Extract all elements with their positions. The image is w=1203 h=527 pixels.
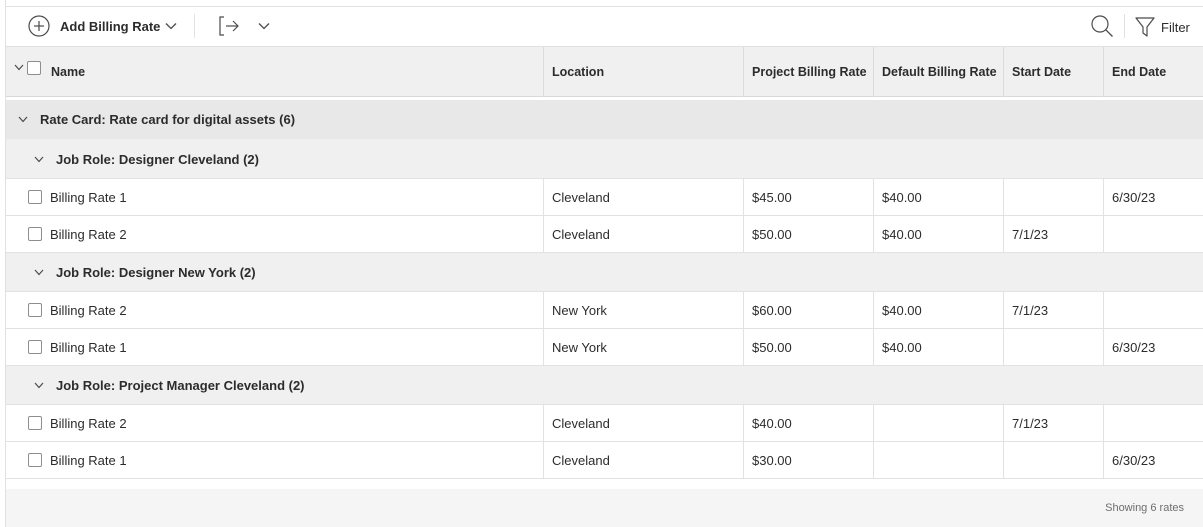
chevron-down-icon[interactable] (18, 116, 28, 123)
row-checkbox[interactable] (28, 416, 42, 430)
cell-project-billing-rate: $30.00 (744, 442, 874, 478)
cell-default-billing-rate: $40.00 (874, 216, 1004, 252)
cell-start-date: 7/1/23 (1004, 405, 1104, 441)
column-header-label: Start Date (1012, 65, 1072, 79)
search-icon (1090, 14, 1114, 38)
export-button[interactable] (218, 13, 270, 39)
chevron-down-icon (258, 22, 270, 30)
cell-location: Cleveland (544, 442, 744, 478)
cell-start-date: 7/1/23 (1004, 216, 1104, 252)
column-header-default-billing-rate[interactable]: Default Billing Rate (874, 47, 1004, 97)
row-checkbox[interactable] (28, 227, 42, 241)
job-role-label: Job Role: Designer New York (2) (56, 264, 256, 280)
cell-start-date: 7/1/23 (1004, 292, 1104, 328)
cell-location: New York (544, 329, 744, 365)
cell-end-date (1104, 292, 1203, 328)
cell-project-billing-rate: $50.00 (744, 329, 874, 365)
search-button[interactable] (1089, 13, 1115, 39)
cell-end-date (1104, 216, 1203, 252)
rate-card-label: Rate Card: Rate card for digital assets … (40, 112, 296, 127)
cell-default-billing-rate: $40.00 (874, 292, 1004, 328)
job-role-label: Job Role: Project Manager Cleveland (2) (56, 377, 305, 393)
plus-circle-icon (28, 15, 50, 37)
cell-location: New York (544, 292, 744, 328)
toolbar-divider (194, 14, 195, 38)
export-icon (218, 15, 240, 37)
add-billing-rate-button[interactable]: Add Billing Rate (28, 15, 177, 37)
select-all-control (14, 59, 41, 75)
cell-location: Cleveland (544, 405, 744, 441)
chevron-down-icon (165, 22, 177, 30)
cell-name: Billing Rate 1 (6, 329, 544, 365)
cell-project-billing-rate: $40.00 (744, 405, 874, 441)
column-header-label: Location (552, 65, 605, 79)
row-checkbox[interactable] (28, 303, 42, 317)
cell-default-billing-rate: $40.00 (874, 179, 1004, 215)
toolbar: Add Billing Rate Filter (6, 6, 1203, 46)
chevron-down-icon[interactable] (14, 64, 24, 71)
cell-project-billing-rate: $45.00 (744, 179, 874, 215)
column-header-label: Project Billing Rate (752, 65, 867, 79)
column-header-name[interactable]: Name (6, 47, 544, 97)
cell-project-billing-rate: $50.00 (744, 216, 874, 252)
column-header-label: Default Billing Rate (882, 65, 997, 79)
cell-location: Cleveland (544, 216, 744, 252)
filter-button[interactable]: Filter (1135, 15, 1190, 39)
select-all-checkbox[interactable] (27, 61, 41, 75)
row-count-text: Showing 6 rates (1105, 502, 1184, 514)
cell-project-billing-rate: $60.00 (744, 292, 874, 328)
table-row[interactable]: Billing Rate 2 New York $60.00 $40.00 7/… (6, 292, 1203, 329)
cell-location: Cleveland (544, 179, 744, 215)
cell-default-billing-rate (874, 405, 1004, 441)
column-header-start-date[interactable]: Start Date (1004, 47, 1104, 97)
table-header: Name Location Project Billing Rate Defau… (6, 46, 1203, 97)
row-checkbox[interactable] (28, 190, 42, 204)
table-footer: Showing 6 rates (6, 489, 1203, 527)
cell-default-billing-rate: $40.00 (874, 329, 1004, 365)
table-row[interactable]: Billing Rate 2 Cleveland $50.00 $40.00 7… (6, 216, 1203, 253)
cell-name: Billing Rate 1 (6, 442, 544, 478)
cell-name: Billing Rate 2 (6, 292, 544, 328)
chevron-down-icon[interactable] (34, 156, 44, 163)
chevron-down-icon[interactable] (34, 269, 44, 276)
chevron-down-icon[interactable] (34, 382, 44, 389)
cell-start-date (1004, 329, 1104, 365)
row-checkbox[interactable] (28, 453, 42, 467)
add-billing-rate-label: Add Billing Rate (60, 18, 161, 34)
cell-name: Billing Rate 2 (6, 216, 544, 252)
column-header-end-date[interactable]: End Date (1104, 47, 1203, 97)
job-role-label: Job Role: Designer Cleveland (2) (56, 151, 259, 167)
table-row[interactable]: Billing Rate 1 New York $50.00 $40.00 6/… (6, 329, 1203, 366)
cell-end-date: 6/30/23 (1112, 339, 1156, 355)
filter-label: Filter (1161, 19, 1190, 35)
cell-name: Billing Rate 1 (6, 179, 544, 215)
cell-name: Billing Rate 2 (6, 405, 544, 441)
cell-end-date (1104, 405, 1203, 441)
column-header-label: End Date (1112, 65, 1167, 79)
cell-start-date (1004, 442, 1104, 478)
table-row[interactable]: Billing Rate 1 Cleveland $45.00 $40.00 6… (6, 179, 1203, 216)
rate-card-group-header[interactable]: Rate Card: Rate card for digital assets … (6, 100, 1203, 140)
billing-rates-panel: Add Billing Rate Filter Name Location Pr… (5, 0, 1203, 527)
cell-end-date: 6/30/23 (1112, 189, 1156, 205)
job-role-group-header[interactable]: Job Role: Project Manager Cleveland (2) (6, 366, 1203, 405)
table-row[interactable]: Billing Rate 1 Cleveland $30.00 6/30/23 (6, 442, 1203, 479)
toolbar-divider (1124, 14, 1125, 38)
cell-default-billing-rate (874, 442, 1004, 478)
table-row[interactable]: Billing Rate 2 Cleveland $40.00 7/1/23 (6, 405, 1203, 442)
job-role-group-header[interactable]: Job Role: Designer New York (2) (6, 253, 1203, 292)
column-header-project-billing-rate[interactable]: Project Billing Rate (744, 47, 874, 97)
row-checkbox[interactable] (28, 340, 42, 354)
cell-end-date: 6/30/23 (1112, 452, 1156, 468)
filter-icon (1135, 16, 1155, 38)
cell-start-date (1004, 179, 1104, 215)
table-body: Rate Card: Rate card for digital assets … (6, 100, 1203, 479)
job-role-group-header[interactable]: Job Role: Designer Cleveland (2) (6, 140, 1203, 179)
column-header-label: Name (51, 65, 86, 79)
column-header-location[interactable]: Location (544, 47, 744, 97)
